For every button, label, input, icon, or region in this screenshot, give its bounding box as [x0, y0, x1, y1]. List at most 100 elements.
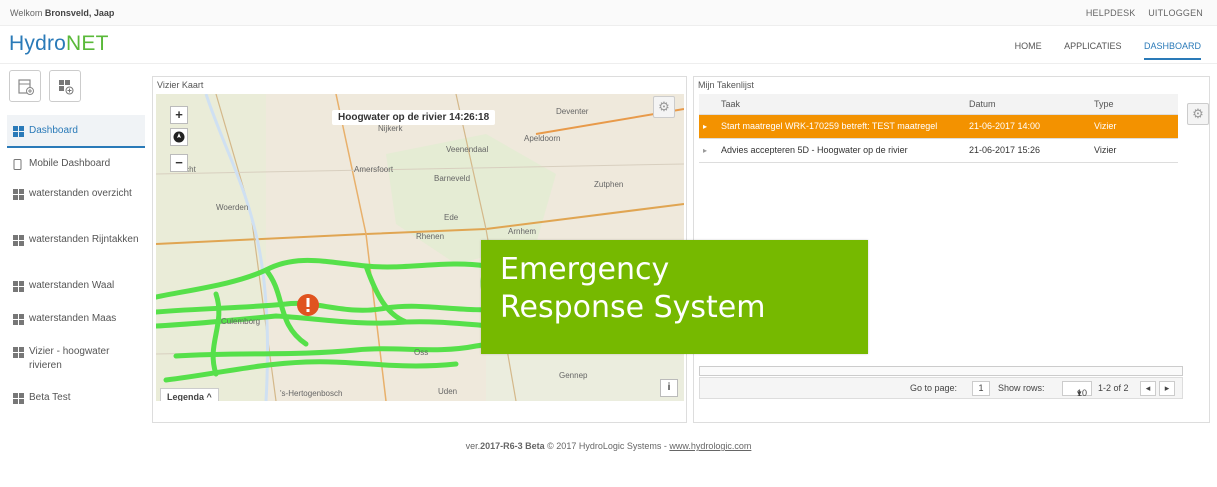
expand-arrow-icon[interactable]: ▸: [699, 138, 717, 163]
dashboard-icon: [13, 347, 24, 358]
sidebar-item-label: waterstanden overzicht: [29, 188, 132, 199]
page-number-input[interactable]: 1: [972, 381, 990, 396]
hydrologic-link[interactable]: www.hydrologic.com: [669, 441, 751, 451]
sidebar-item-beta-test[interactable]: Beta Test: [7, 382, 145, 412]
copyright-text: © 2017 HydroLogic Systems -: [544, 441, 670, 451]
sidebar-item-waterstanden-overzicht[interactable]: waterstanden overzicht: [7, 178, 145, 224]
sidebar-item-vizier-hoogwater[interactable]: Vizier - hoogwater rivieren: [7, 336, 145, 382]
chevron-down-icon: ▾: [1077, 388, 1082, 398]
map-settings-button[interactable]: ⚙: [653, 96, 675, 118]
zoom-out-button[interactable]: −: [170, 154, 188, 172]
go-to-page-label: Go to page:: [910, 383, 958, 393]
gear-icon: ⚙: [1192, 106, 1204, 121]
legend-toggle[interactable]: Legenda ^: [160, 388, 219, 401]
sidebar-item-waterstanden-waal[interactable]: waterstanden Waal: [7, 270, 145, 303]
type-cell: Vizier: [1090, 114, 1178, 139]
task-table: Taak Datum Type ▸ Start maatregel WRK-17…: [699, 94, 1178, 163]
zoom-in-button[interactable]: +: [170, 106, 188, 124]
sidebar-item-label: waterstanden Waal: [29, 280, 115, 291]
map-place-label: Oss: [414, 348, 428, 357]
next-page-button[interactable]: ▸: [1159, 381, 1175, 396]
map-place-label: Barneveld: [434, 174, 470, 183]
map-place-label: Veenendaal: [446, 145, 488, 154]
sidebar-item-waterstanden-maas[interactable]: waterstanden Maas: [7, 303, 145, 336]
map-place-label: Nijkerk: [378, 124, 403, 133]
banner-line-1: Emergency: [500, 252, 670, 287]
sidebar-item-label: Vizier - hoogwater rivieren: [29, 346, 110, 371]
nav-divider: [0, 63, 1217, 64]
sidebar-item-mobile-dashboard[interactable]: Mobile Dashboard: [7, 148, 145, 178]
expand-arrow-icon[interactable]: ▸: [699, 114, 717, 139]
dashboard-icon: [13, 281, 24, 292]
show-rows-label: Show rows:: [998, 383, 1045, 393]
emergency-response-banner: Emergency Response System: [481, 240, 868, 354]
map-place-label: Culemborg: [221, 317, 260, 326]
dashboard-icon: [13, 189, 24, 200]
column-header-datum[interactable]: Datum: [965, 94, 1090, 115]
map-place-label: Gennep: [559, 371, 588, 380]
gear-icon: ⚙: [658, 99, 670, 114]
add-page-icon: [18, 79, 34, 95]
mobile-icon: [13, 159, 24, 170]
compass-icon: [173, 131, 185, 143]
version-prefix: ver.: [465, 441, 481, 451]
map-place-label: Rhenen: [416, 232, 444, 241]
table-row[interactable]: ▸ Start maatregel WRK-170259 betreft: TE…: [699, 114, 1178, 139]
add-widget-icon: [59, 80, 74, 95]
info-button[interactable]: i: [660, 379, 678, 397]
task-cell: Advies accepteren 5D - Hoogwater op de r…: [717, 138, 965, 163]
date-cell: 21-06-2017 14:00: [965, 114, 1090, 139]
task-cell: Start maatregel WRK-170259 betreft: TEST…: [717, 114, 965, 139]
version-number: 2017-R6-3 Beta: [480, 441, 545, 451]
sidebar-list: Dashboard Mobile Dashboard waterstanden …: [7, 115, 145, 412]
table-header: Taak Datum Type: [699, 94, 1178, 115]
footer: ver.2017-R6-3 Beta © 2017 HydroLogic Sys…: [0, 441, 1217, 451]
rows-per-page-select[interactable]: 10 ▾: [1062, 381, 1092, 398]
expand-column: [699, 94, 717, 115]
top-bar: Welkom Bronsveld, Jaap HELPDESK UITLOGGE…: [0, 0, 1217, 26]
map-place-label: 's-Hertogenbosch: [280, 389, 342, 398]
brand-hydro: Hydro: [9, 32, 67, 55]
add-widget-button[interactable]: [49, 70, 81, 102]
brand-logo[interactable]: HydroNET: [9, 32, 109, 56]
map-place-label: Amersfoort: [354, 165, 394, 174]
dashboard-icon: [13, 314, 24, 325]
type-cell: Vizier: [1090, 138, 1178, 163]
map-place-label: Apeldoorn: [524, 134, 560, 143]
welcome-prefix: Welkom: [10, 8, 43, 18]
column-header-taak[interactable]: Taak: [717, 94, 965, 115]
map-place-label: Arnhem: [508, 227, 536, 236]
logout-link[interactable]: UITLOGGEN: [1148, 8, 1203, 18]
prev-page-button[interactable]: ◂: [1140, 381, 1156, 396]
date-cell: 21-06-2017 15:26: [965, 138, 1090, 163]
horizontal-scrollbar[interactable]: [699, 366, 1183, 376]
add-page-button[interactable]: [9, 70, 41, 102]
compass-button[interactable]: [170, 128, 188, 146]
sidebar-item-label: Beta Test: [29, 392, 71, 403]
map-place-label: Zutphen: [594, 180, 623, 189]
nav-home[interactable]: HOME: [1015, 41, 1042, 58]
dashboard-icon: [13, 393, 24, 404]
map-title: Hoogwater op de rivier 14:26:18: [332, 110, 496, 125]
user-name: Bronsveld, Jaap: [44, 8, 115, 18]
main-nav: HOME APPLICATIES DASHBOARD: [995, 41, 1201, 60]
sidebar-item-label: waterstanden Rijntakken: [29, 234, 139, 245]
nav-applicaties[interactable]: APPLICATIES: [1064, 41, 1121, 58]
map-place-label: Uden: [438, 387, 457, 396]
map-place-label: Deventer: [556, 107, 589, 116]
sidebar-item-dashboard[interactable]: Dashboard: [7, 115, 145, 148]
tasklist-settings-button[interactable]: ⚙: [1187, 103, 1209, 125]
page-range: 1-2 of 2: [1098, 383, 1129, 393]
map-place-label: Ede: [444, 213, 459, 222]
helpdesk-link[interactable]: HELPDESK: [1086, 8, 1136, 18]
table-row[interactable]: ▸ Advies accepteren 5D - Hoogwater op de…: [699, 138, 1178, 163]
welcome-text: Welkom Bronsveld, Jaap: [10, 8, 114, 18]
top-links: HELPDESK UITLOGGEN: [1076, 8, 1203, 18]
column-header-type[interactable]: Type: [1090, 94, 1178, 115]
dashboard-icon: [13, 126, 24, 137]
nav-dashboard[interactable]: DASHBOARD: [1143, 41, 1201, 60]
dashboard-icon: [13, 235, 24, 246]
sidebar-item-label: Mobile Dashboard: [29, 158, 111, 169]
brand-net: NET: [66, 32, 109, 55]
sidebar-item-waterstanden-rijntakken[interactable]: waterstanden Rijntakken: [7, 224, 145, 270]
